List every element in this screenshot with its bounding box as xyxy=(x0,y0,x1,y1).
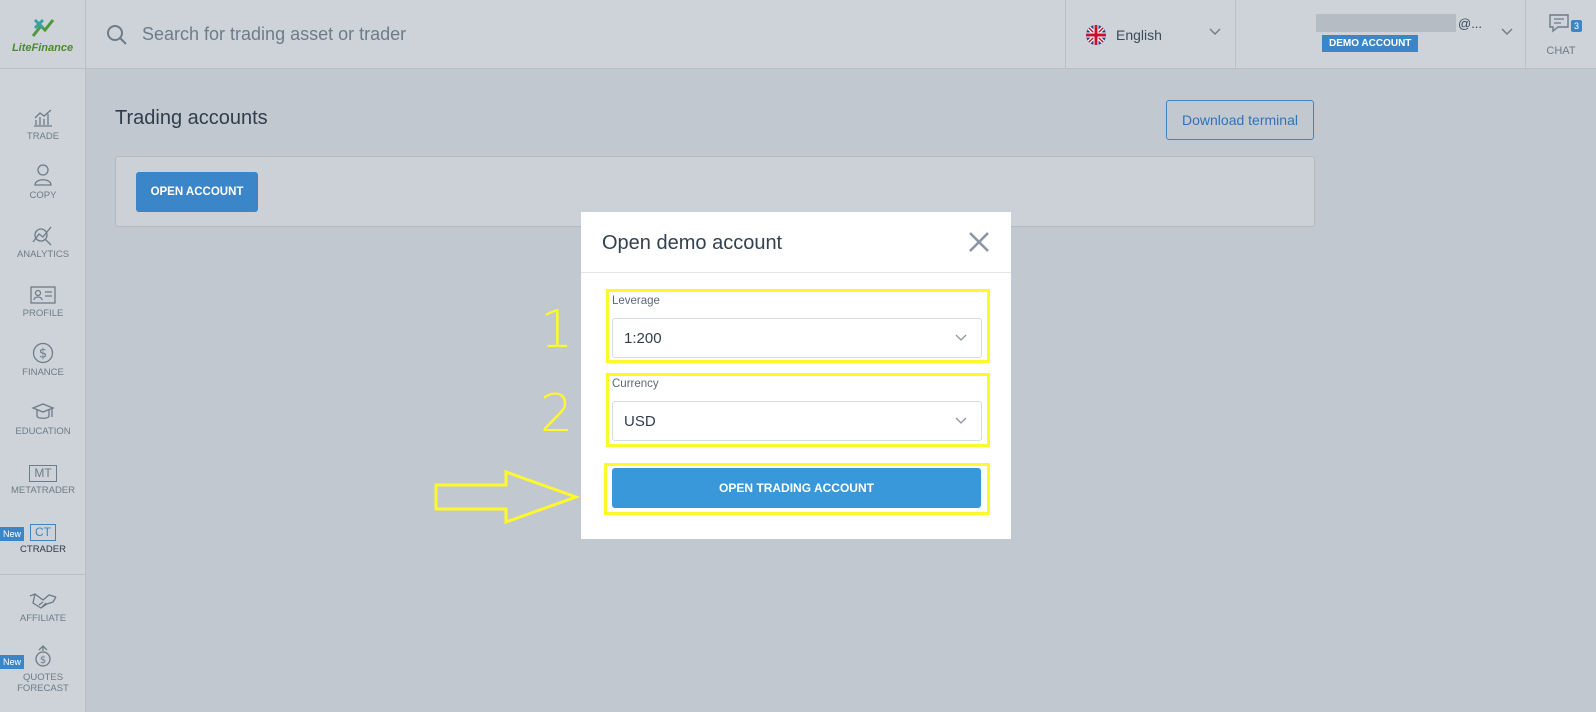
chart-icon xyxy=(34,109,52,127)
ctrader-icon: CT xyxy=(30,524,56,541)
trader-icon xyxy=(34,164,52,186)
search-input[interactable] xyxy=(142,24,842,45)
sidebar-item-label: ANALYTICS xyxy=(16,249,70,260)
highlight-box-currency xyxy=(606,373,990,447)
sidebar-item-label: AFFILIATE xyxy=(19,613,67,624)
logo-icon xyxy=(31,18,54,37)
chevron-down-icon xyxy=(1501,28,1513,35)
svg-text:$: $ xyxy=(40,655,46,666)
step-number-1: 1 xyxy=(540,300,574,360)
highlight-box-leverage xyxy=(606,289,990,363)
account-email-redacted xyxy=(1316,14,1456,32)
new-badge: New xyxy=(0,655,25,669)
account-email-suffix: @... xyxy=(1458,16,1483,31)
sidebar-item-label: METATRADER xyxy=(10,485,76,496)
sidebar: TRADE COPY ANALYTICS PROFILE $ FINANCE E… xyxy=(0,69,86,712)
sidebar-item-label: EDUCATION xyxy=(15,426,71,437)
modal-title: Open demo account xyxy=(602,232,783,254)
chat-button[interactable]: 3 CHAT xyxy=(1526,0,1596,69)
demo-account-badge: DEMO ACCOUNT xyxy=(1322,35,1419,52)
search-icon xyxy=(107,24,127,45)
sidebar-item-trade[interactable]: TRADE xyxy=(0,102,86,158)
sidebar-item-quotes-forecast[interactable]: $ QUOTES FORECAST New xyxy=(0,643,86,699)
graduation-cap-icon xyxy=(31,403,55,419)
sidebar-item-profile[interactable]: PROFILE xyxy=(0,279,86,335)
sidebar-item-education[interactable]: EDUCATION xyxy=(0,397,86,453)
language-label: English xyxy=(1116,26,1162,43)
sidebar-divider xyxy=(0,574,86,575)
sidebar-item-analytics[interactable]: ANALYTICS xyxy=(0,220,86,276)
sidebar-item-label: QUOTES FORECAST xyxy=(17,672,69,694)
open-account-button[interactable]: OPEN ACCOUNT xyxy=(136,172,258,212)
metatrader-icon: MT xyxy=(29,465,57,482)
id-card-icon xyxy=(30,286,56,304)
sidebar-item-label: COPY xyxy=(29,190,57,201)
sidebar-item-label: FINANCE xyxy=(22,367,64,378)
step-number-2: 2 xyxy=(540,384,574,444)
sidebar-item-copy[interactable]: COPY xyxy=(0,161,86,217)
sidebar-item-metatrader[interactable]: MT METATRADER xyxy=(0,456,86,512)
uk-flag-icon xyxy=(1086,24,1106,45)
new-badge: New xyxy=(0,527,25,541)
brand-name: LiteFinance xyxy=(11,41,74,54)
brand-logo[interactable]: LiteFinance xyxy=(0,0,86,69)
dollar-icon: $ xyxy=(32,342,54,364)
language-selector[interactable]: English xyxy=(1066,0,1236,69)
close-icon[interactable] xyxy=(966,229,992,255)
arrow-right-icon xyxy=(434,469,581,525)
chevron-down-icon xyxy=(1209,28,1221,35)
sidebar-item-finance[interactable]: $ FINANCE xyxy=(0,338,86,394)
top-bar: LiteFinance English @... DEMO ACCOUNT xyxy=(0,0,1596,69)
chat-count-badge: 3 xyxy=(1570,20,1582,32)
handshake-icon xyxy=(29,593,57,609)
forecast-icon: $ xyxy=(35,645,51,667)
svg-text:$: $ xyxy=(39,347,47,362)
sidebar-item-label: CTRADER xyxy=(20,544,66,555)
chat-label: CHAT xyxy=(1546,45,1576,57)
search-bar xyxy=(86,0,1066,69)
analytics-icon xyxy=(32,226,52,246)
highlight-box-submit xyxy=(604,463,990,515)
sidebar-item-label: PROFILE xyxy=(22,308,64,319)
sidebar-item-ctrader[interactable]: CT CTRADER New xyxy=(0,515,86,571)
page-title: Trading accounts xyxy=(115,107,268,129)
sidebar-item-affiliate[interactable]: AFFILIATE xyxy=(0,584,86,640)
sidebar-item-label: TRADE xyxy=(26,131,60,142)
account-menu[interactable]: @... DEMO ACCOUNT xyxy=(1236,0,1526,69)
download-terminal-button[interactable]: Download terminal xyxy=(1166,100,1314,140)
modal-header: Open demo account xyxy=(581,212,1011,273)
